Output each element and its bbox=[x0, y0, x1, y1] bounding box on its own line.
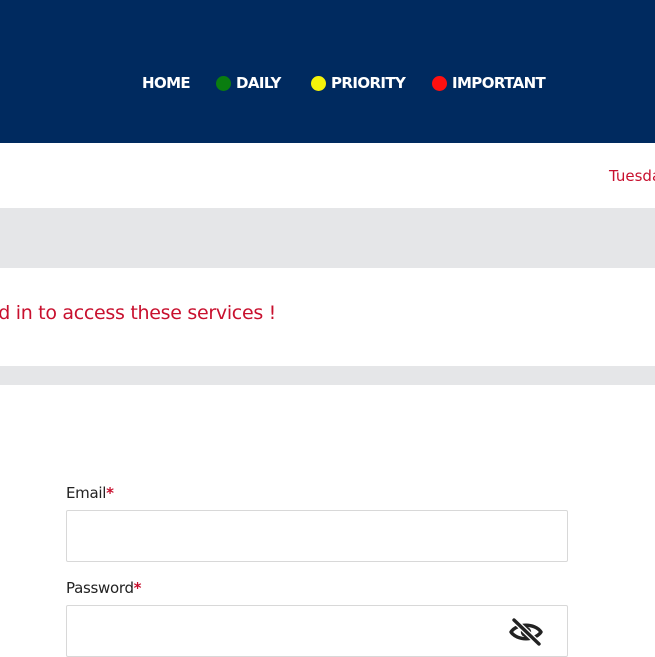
date-bar: Tuesda bbox=[0, 143, 655, 208]
email-label: Email* bbox=[66, 484, 114, 502]
required-asterisk: * bbox=[106, 484, 114, 502]
green-dot-icon bbox=[216, 75, 231, 91]
current-date: Tuesda bbox=[609, 167, 655, 185]
email-field[interactable] bbox=[66, 510, 568, 562]
required-asterisk: * bbox=[133, 579, 142, 597]
password-field[interactable] bbox=[66, 605, 568, 657]
nav-item-home[interactable]: HOME bbox=[142, 72, 191, 94]
eye-slash-icon[interactable] bbox=[508, 617, 544, 647]
login-required-message: ned in to access these services ! bbox=[0, 302, 276, 324]
main-nav: HOME DAILY PRIORITY IMPORTANT bbox=[0, 72, 655, 94]
nav-item-daily[interactable]: DAILY bbox=[216, 72, 281, 94]
nav-item-label: DAILY bbox=[236, 74, 281, 92]
gray-divider-strip bbox=[0, 366, 655, 385]
nav-item-label: HOME bbox=[142, 74, 191, 92]
nav-item-important[interactable]: IMPORTANT bbox=[432, 72, 546, 94]
nav-item-label: PRIORITY bbox=[331, 74, 406, 92]
gray-divider-band bbox=[0, 208, 655, 268]
top-navigation-bar: HOME DAILY PRIORITY IMPORTANT bbox=[0, 0, 655, 143]
yellow-dot-icon bbox=[311, 75, 326, 91]
nav-item-priority[interactable]: PRIORITY bbox=[311, 72, 406, 94]
login-notice: ned in to access these services ! bbox=[0, 268, 655, 366]
nav-item-label: IMPORTANT bbox=[452, 74, 546, 92]
password-label: Password* bbox=[66, 579, 142, 597]
red-dot-icon bbox=[432, 75, 447, 91]
